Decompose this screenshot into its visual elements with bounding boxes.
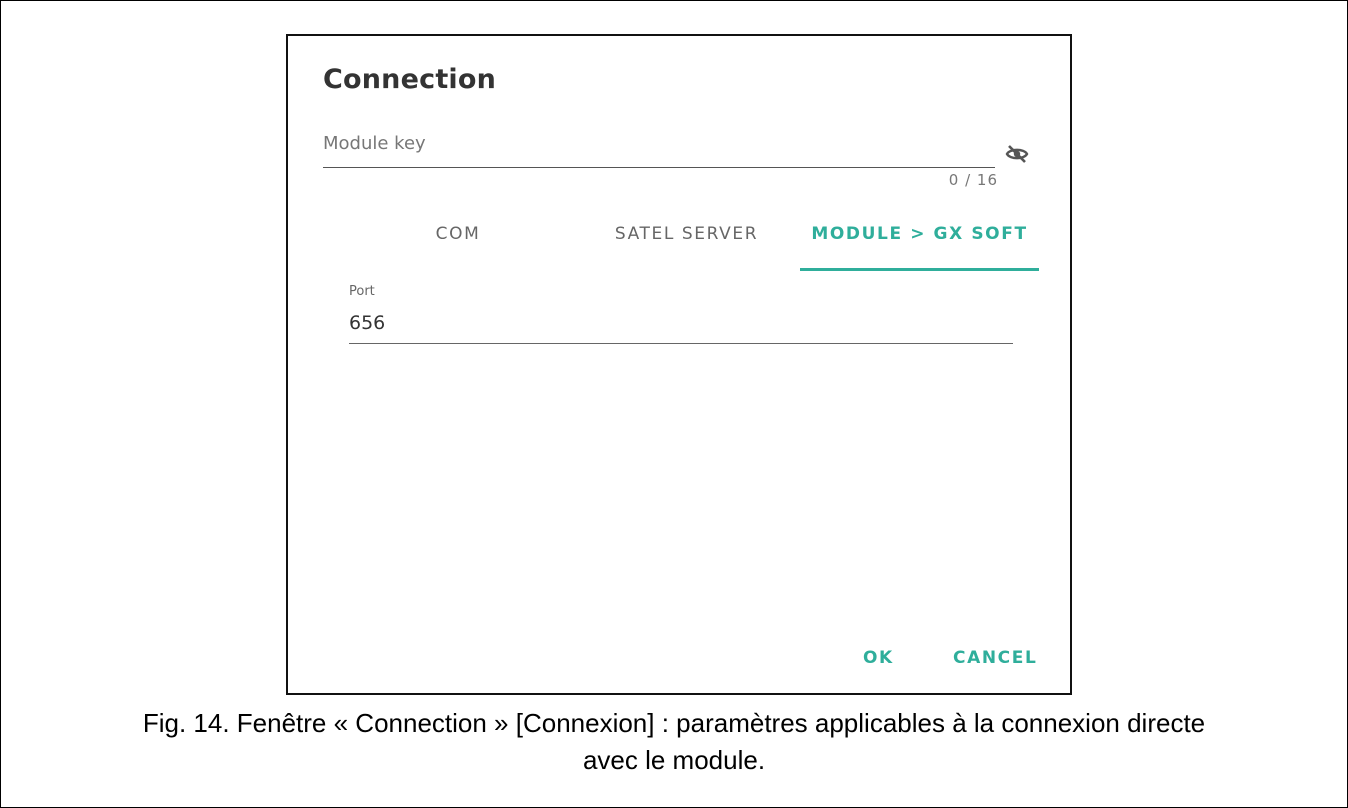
active-tab-indicator — [800, 268, 1039, 271]
figure-caption: Fig. 14. Fenêtre « Connection » [Connexi… — [0, 705, 1348, 779]
port-input[interactable]: 656 — [349, 312, 385, 334]
ok-button[interactable]: OK — [863, 648, 894, 668]
tab-module-gx-soft[interactable]: MODULE > GX SOFT — [800, 216, 1039, 268]
dialog-title: Connection — [323, 64, 497, 95]
port-underline — [349, 343, 1013, 344]
port-label: Port — [349, 284, 375, 299]
tab-satel-server[interactable]: SATEL SERVER — [573, 216, 800, 268]
character-counter: 0 / 16 — [948, 171, 998, 189]
module-key-placeholder: Module key — [323, 133, 426, 154]
module-key-field[interactable]: Module key — [323, 133, 995, 169]
module-key-underline — [323, 167, 995, 168]
connection-dialog: Connection Module key 0 / 16 COM SATEL S… — [286, 34, 1072, 695]
tab-com[interactable]: COM — [343, 216, 573, 268]
eye-off-icon[interactable] — [1005, 142, 1029, 166]
connection-tabs: COM SATEL SERVER MODULE > GX SOFT — [343, 216, 1039, 272]
cancel-button[interactable]: CANCEL — [953, 648, 1037, 668]
caption-line-1: Fig. 14. Fenêtre « Connection » [Connexi… — [142, 708, 1206, 738]
caption-line-2: avec le module. — [582, 745, 766, 775]
